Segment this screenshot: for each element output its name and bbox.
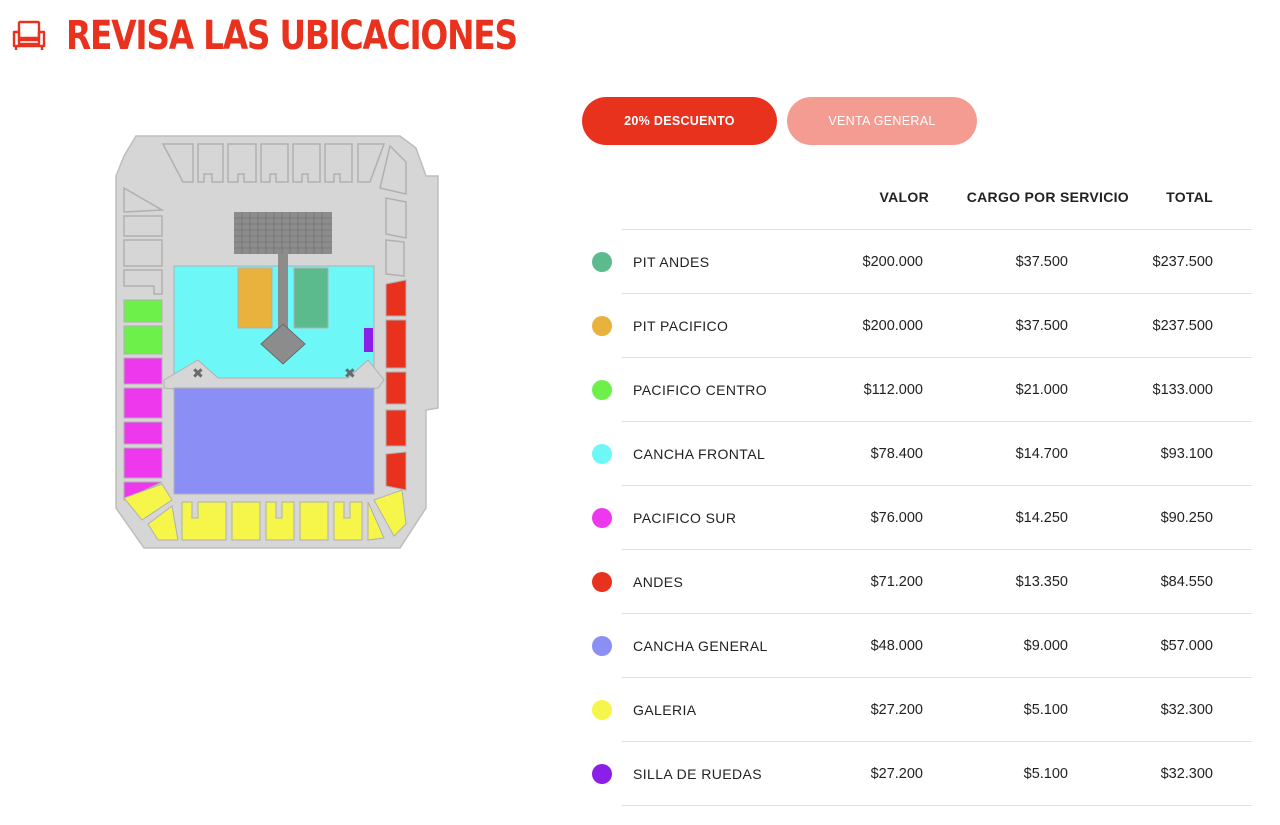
cargo: $37.500 <box>1015 318 1068 334</box>
color-dot <box>592 444 612 464</box>
total: $90.250 <box>1160 510 1213 526</box>
table-row[interactable]: GALERIA $27.200 $5.100 $32.300 <box>592 678 1252 742</box>
cargo: $13.350 <box>1015 574 1068 590</box>
cargo: $21.000 <box>1015 382 1068 398</box>
total: $237.500 <box>1152 318 1213 334</box>
valor: $112.000 <box>863 382 923 398</box>
valor: $48.000 <box>870 638 923 654</box>
table-row[interactable]: SILLA DE RUEDAS $27.200 $5.100 $32.300 <box>592 742 1252 806</box>
page-title: REVISA LAS UBICACIONES <box>66 13 518 59</box>
valor: $78.400 <box>870 446 923 462</box>
section-name: ANDES <box>633 574 684 590</box>
walkway-cross-left: ✖ <box>192 366 204 382</box>
table-row[interactable]: ANDES $71.200 $13.350 $84.550 <box>592 550 1252 614</box>
cargo: $14.700 <box>1015 446 1068 462</box>
section-name: PACIFICO CENTRO <box>633 382 768 398</box>
color-dot <box>592 572 612 592</box>
table-header: VALOR CARGO POR SERVICIO TOTAL <box>622 181 1252 230</box>
section-name: GALERIA <box>633 702 697 718</box>
color-dot <box>592 636 612 656</box>
table-row[interactable]: CANCHA FRONTAL $78.400 $14.700 $93.100 <box>592 422 1252 486</box>
total: $32.300 <box>1160 766 1213 782</box>
valor: $200.000 <box>862 254 923 270</box>
section-pit-pacifico[interactable] <box>237 267 273 329</box>
color-dot <box>592 252 612 272</box>
color-dot <box>592 380 612 400</box>
total: $93.100 <box>1160 446 1213 462</box>
price-tabs: 20% DESCUENTO VENTA GENERAL <box>582 97 977 145</box>
total: $32.300 <box>1160 702 1213 718</box>
section-andes[interactable] <box>385 279 407 491</box>
column-header-total: TOTAL <box>1166 189 1213 205</box>
column-header-valor: VALOR <box>879 189 929 205</box>
venue-map[interactable]: ✖ ✖ <box>108 128 448 558</box>
cargo: $37.500 <box>1015 254 1068 270</box>
section-name: PIT ANDES <box>633 254 710 270</box>
tab-descuento[interactable]: 20% DESCUENTO <box>582 97 777 145</box>
valor: $76.000 <box>870 510 923 526</box>
price-table: PIT ANDES $200.000 $37.500 $237.500 PIT … <box>582 230 1252 806</box>
color-dot <box>592 764 612 784</box>
total: $57.000 <box>1160 638 1213 654</box>
valor: $200.000 <box>862 318 923 334</box>
section-name: PIT PACIFICO <box>633 318 729 334</box>
section-name: SILLA DE RUEDAS <box>633 766 762 782</box>
table-row[interactable]: CANCHA GENERAL $48.000 $9.000 $57.000 <box>592 614 1252 678</box>
cargo: $9.000 <box>1023 638 1068 654</box>
seat-icon <box>12 20 46 50</box>
valor: $27.200 <box>870 766 923 782</box>
total: $84.550 <box>1160 574 1213 590</box>
column-header-cargo: CARGO POR SERVICIO <box>966 189 1129 205</box>
valor: $27.200 <box>870 702 923 718</box>
page-header: REVISA LAS UBICACIONES <box>12 10 616 62</box>
section-name: CANCHA GENERAL <box>633 638 768 654</box>
tab-venta-general[interactable]: VENTA GENERAL <box>787 97 977 145</box>
cargo: $5.100 <box>1023 766 1068 782</box>
runway <box>278 254 288 334</box>
table-row[interactable]: PACIFICO CENTRO $112.000 $21.000 $133.00… <box>592 358 1252 422</box>
section-name: CANCHA FRONTAL <box>633 446 766 462</box>
table-row[interactable]: PIT ANDES $200.000 $37.500 $237.500 <box>592 230 1252 294</box>
section-pit-andes[interactable] <box>293 267 329 329</box>
section-silla-de-ruedas[interactable] <box>364 328 373 352</box>
section-pacifico-centro[interactable] <box>123 299 163 355</box>
color-dot <box>592 508 612 528</box>
section-name: PACIFICO SUR <box>633 510 737 526</box>
table-row[interactable]: PIT PACIFICO $200.000 $37.500 $237.500 <box>592 294 1252 358</box>
valor: $71.200 <box>870 574 923 590</box>
color-dot <box>592 316 612 336</box>
cargo: $14.250 <box>1015 510 1068 526</box>
total: $133.000 <box>1152 382 1213 398</box>
section-cancha-general[interactable] <box>173 387 375 495</box>
walkway-cross-right: ✖ <box>344 366 356 382</box>
cargo: $5.100 <box>1023 702 1068 718</box>
color-dot <box>592 700 612 720</box>
total: $237.500 <box>1152 254 1213 270</box>
table-row[interactable]: PACIFICO SUR $76.000 $14.250 $90.250 <box>592 486 1252 550</box>
